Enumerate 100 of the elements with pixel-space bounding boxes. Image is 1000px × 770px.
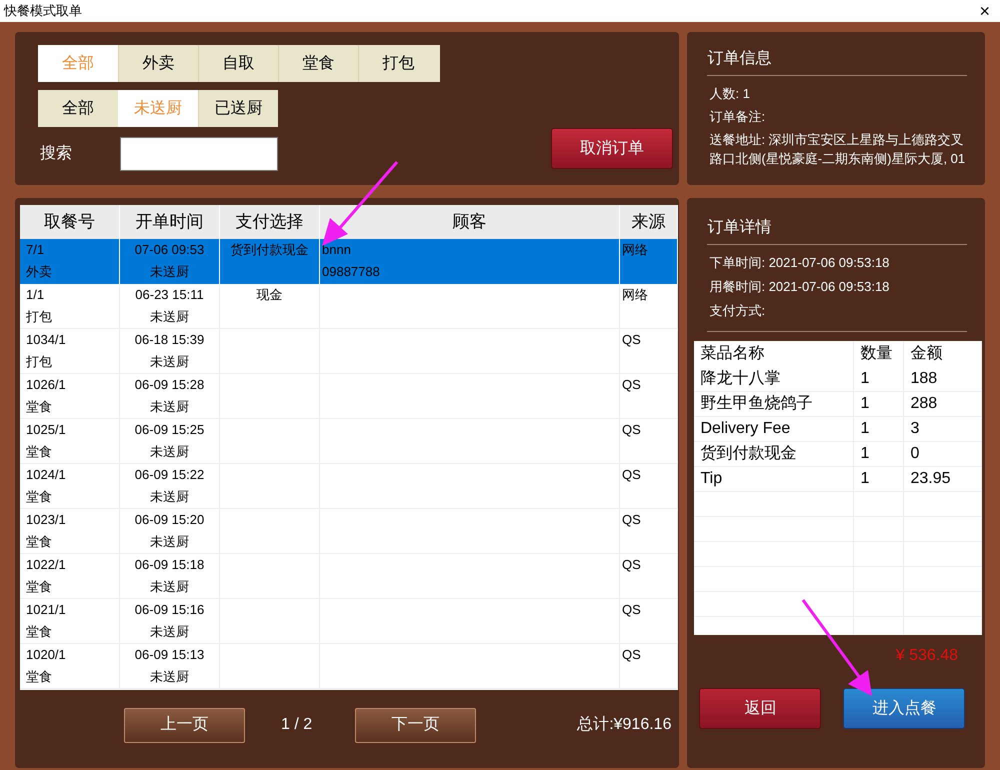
table-cell: 1 [854, 467, 904, 491]
order-source: 网络 [622, 241, 649, 259]
order-source: QS [622, 556, 642, 574]
table-row[interactable]: 1/1 打包 06-23 15:11 未送厨 现金 网络 [20, 284, 678, 329]
order-source: QS [622, 376, 642, 394]
kitchen-status: 未送厨 [150, 623, 189, 641]
filter-tab[interactable]: 全部 [38, 90, 118, 127]
order-time: 06-09 15:20 [134, 511, 204, 529]
order-number: 1/1 [26, 286, 46, 304]
order-type: 堂食 [26, 533, 53, 551]
order-source: QS [622, 421, 642, 439]
customer-info: bnnn [322, 241, 352, 259]
order-time: 06-09 15:25 [134, 421, 204, 439]
order-number: 1022/1 [26, 556, 67, 574]
table-row[interactable]: 1026/1 堂食 06-09 15:28 未送厨 QS [20, 374, 678, 419]
table-cell: 野生甲鱼烧鸽子 [694, 392, 854, 416]
order-number: 1024/1 [26, 466, 67, 484]
kitchen-status: 未送厨 [150, 668, 189, 686]
order-source: QS [622, 511, 642, 529]
kitchen-status: 未送厨 [150, 398, 189, 416]
info-text: 人数: 1 [709, 85, 751, 103]
order-source: QS [622, 646, 642, 664]
order-number: 1021/1 [26, 601, 67, 619]
table-cell: 188 [904, 367, 982, 391]
order-source: QS [622, 601, 642, 619]
order-source: QS [622, 331, 642, 349]
table-cell: Delivery Fee [694, 417, 854, 441]
section-title: 订单详情 [707, 216, 968, 245]
table-cell: 0 [904, 442, 982, 466]
order-number: 1026/1 [26, 376, 67, 394]
order-source: 网络 [622, 286, 649, 304]
order-time: 06-09 15:13 [134, 646, 204, 664]
table-cell: Tip [694, 467, 854, 491]
order-type: 打包 [26, 308, 53, 326]
section-title: 订单信息 [707, 47, 968, 76]
filter-tab[interactable]: 已送厨 [198, 90, 278, 127]
order-number: 1020/1 [26, 646, 67, 664]
table-cell: 23.95 [904, 467, 982, 491]
order-time: 06-09 15:28 [134, 376, 204, 394]
info-text: 订单备注: [709, 108, 766, 126]
table-cell: 288 [904, 392, 982, 416]
order-type: 堂食 [26, 578, 53, 596]
cancel-order-button[interactable]: 取消订单 [551, 128, 673, 169]
table-cell: 1 [854, 417, 904, 441]
table-row[interactable]: 1023/1 堂食 06-09 15:20 未送厨 QS [20, 509, 678, 554]
table-row[interactable]: 1020/1 堂食 06-09 15:13 未送厨 QS [20, 644, 678, 689]
order-time: 06-09 15:18 [134, 556, 204, 574]
back-button[interactable]: 返回 [699, 688, 822, 729]
order-type: 打包 [26, 353, 53, 371]
table-row[interactable]: 1024/1 堂食 06-09 15:22 未送厨 QS [20, 464, 678, 509]
payment-method: 货到付款现金 [230, 241, 308, 259]
table-cell: 降龙十八掌 [694, 367, 854, 391]
kitchen-status: 未送厨 [150, 308, 189, 326]
order-type: 堂食 [26, 668, 53, 686]
order-number: 7/1 [26, 241, 46, 259]
table-row[interactable]: 1034/1 打包 06-18 15:39 未送厨 QS [20, 329, 678, 374]
order-time: 06-23 15:11 [135, 286, 204, 304]
table-cell: 1 [854, 392, 904, 416]
orders-total: 总计:¥916.16 [577, 714, 672, 735]
info-text: 支付方式: [709, 302, 766, 320]
order-number: 1023/1 [26, 511, 67, 529]
order-number: 1034/1 [26, 331, 67, 349]
table-cell: 1 [854, 442, 904, 466]
order-source: QS [622, 466, 642, 484]
payment-method: 现金 [256, 286, 282, 304]
kitchen-status: 未送厨 [150, 353, 189, 371]
column-header: 菜品名称 [694, 341, 854, 367]
order-time: 07-06 09:53 [134, 241, 204, 259]
order-number: 1025/1 [26, 421, 67, 439]
table-cell: 货到付款现金 [694, 442, 854, 466]
kitchen-status: 未送厨 [150, 488, 189, 506]
info-text: 下单时间: 2021-07-06 09:53:18 [709, 254, 890, 272]
previous-page-button[interactable]: 上一页 [124, 708, 245, 742]
items-total: ¥ 536.48 [894, 646, 959, 666]
order-type: 堂食 [26, 443, 53, 461]
table-row[interactable]: 1025/1 堂食 06-09 15:25 未送厨 QS [20, 419, 678, 464]
info-text: 用餐时间: 2021-07-06 09:53:18 [709, 278, 890, 296]
table-row[interactable]: 7/1 外卖 07-06 09:53 未送厨 货到付款现金 bnnn 09887788 网络 [20, 239, 678, 284]
next-page-button[interactable]: 下一页 [355, 708, 476, 742]
enter-order-button[interactable]: 进入点餐 [843, 688, 966, 729]
window-title: 快餐模式取单 [4, 2, 82, 20]
customer-info: 09887788 [322, 263, 381, 281]
filter-tab[interactable]: 自取 [198, 45, 278, 82]
order-type: 外卖 [26, 263, 53, 281]
kitchen-status: 未送厨 [150, 578, 189, 596]
column-header: 金额 [904, 341, 982, 367]
table-cell: 1 [854, 367, 904, 391]
filter-tab[interactable]: 打包 [358, 45, 438, 82]
kitchen-status: 未送厨 [150, 263, 189, 281]
search-field[interactable] [120, 137, 278, 171]
close-button[interactable]: × [973, 2, 996, 20]
column-header: 数量 [854, 341, 904, 367]
order-time: 06-18 15:39 [134, 331, 204, 349]
order-type: 堂食 [26, 623, 53, 641]
table-row[interactable]: 1021/1 堂食 06-09 15:16 未送厨 QS [20, 599, 678, 644]
table-row[interactable]: 1022/1 堂食 06-09 15:18 未送厨 QS [20, 554, 678, 599]
filter-tab[interactable]: 堂食 [278, 45, 358, 82]
filter-tab[interactable]: 外卖 [118, 45, 198, 82]
order-time: 06-09 15:16 [134, 601, 204, 619]
table-cell: 3 [904, 417, 982, 441]
